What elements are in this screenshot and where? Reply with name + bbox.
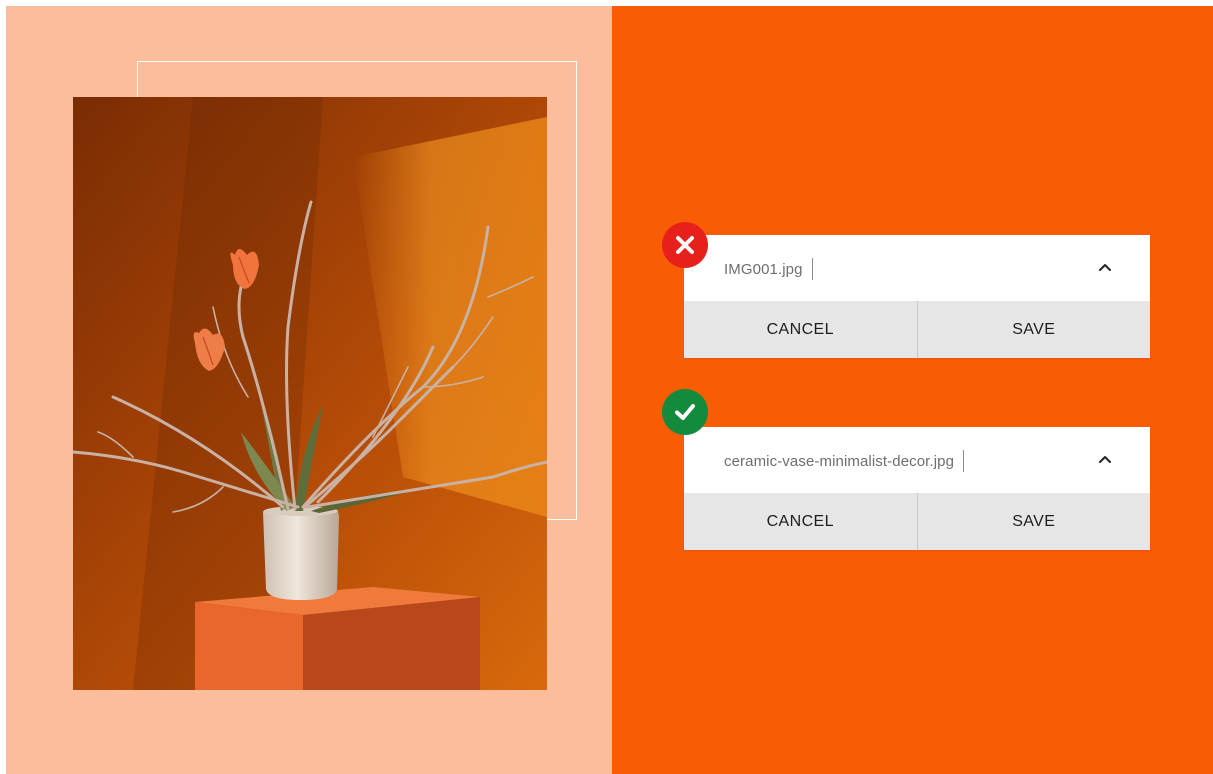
filename-value: IMG001.jpg — [724, 260, 803, 278]
filename-input[interactable]: IMG001.jpg — [724, 258, 813, 280]
right-panel — [612, 6, 1213, 774]
button-row: CANCEL SAVE — [684, 301, 1150, 358]
filename-value: ceramic-vase-minimalist-decor.jpg — [724, 452, 955, 470]
cancel-button[interactable]: CANCEL — [684, 493, 917, 550]
filename-field[interactable]: ceramic-vase-minimalist-decor.jpg — [684, 427, 1150, 493]
close-icon — [676, 236, 694, 254]
filename-field[interactable]: IMG001.jpg — [684, 235, 1150, 301]
error-badge — [662, 222, 708, 268]
filename-dialog-bad: IMG001.jpg CANCEL SAVE — [684, 235, 1150, 358]
filename-input[interactable]: ceramic-vase-minimalist-decor.jpg — [724, 450, 965, 472]
check-icon — [675, 404, 695, 420]
save-button[interactable]: SAVE — [918, 493, 1151, 550]
product-photo — [73, 97, 547, 690]
text-cursor — [811, 258, 813, 280]
success-badge — [662, 389, 708, 435]
text-cursor — [963, 450, 965, 472]
button-row: CANCEL SAVE — [684, 493, 1150, 550]
cancel-button[interactable]: CANCEL — [684, 301, 917, 358]
chevron-up-icon[interactable] — [1096, 259, 1114, 277]
chevron-up-icon[interactable] — [1096, 451, 1114, 469]
save-button[interactable]: SAVE — [918, 301, 1151, 358]
filename-dialog-good: ceramic-vase-minimalist-decor.jpg CANCEL… — [684, 427, 1150, 550]
